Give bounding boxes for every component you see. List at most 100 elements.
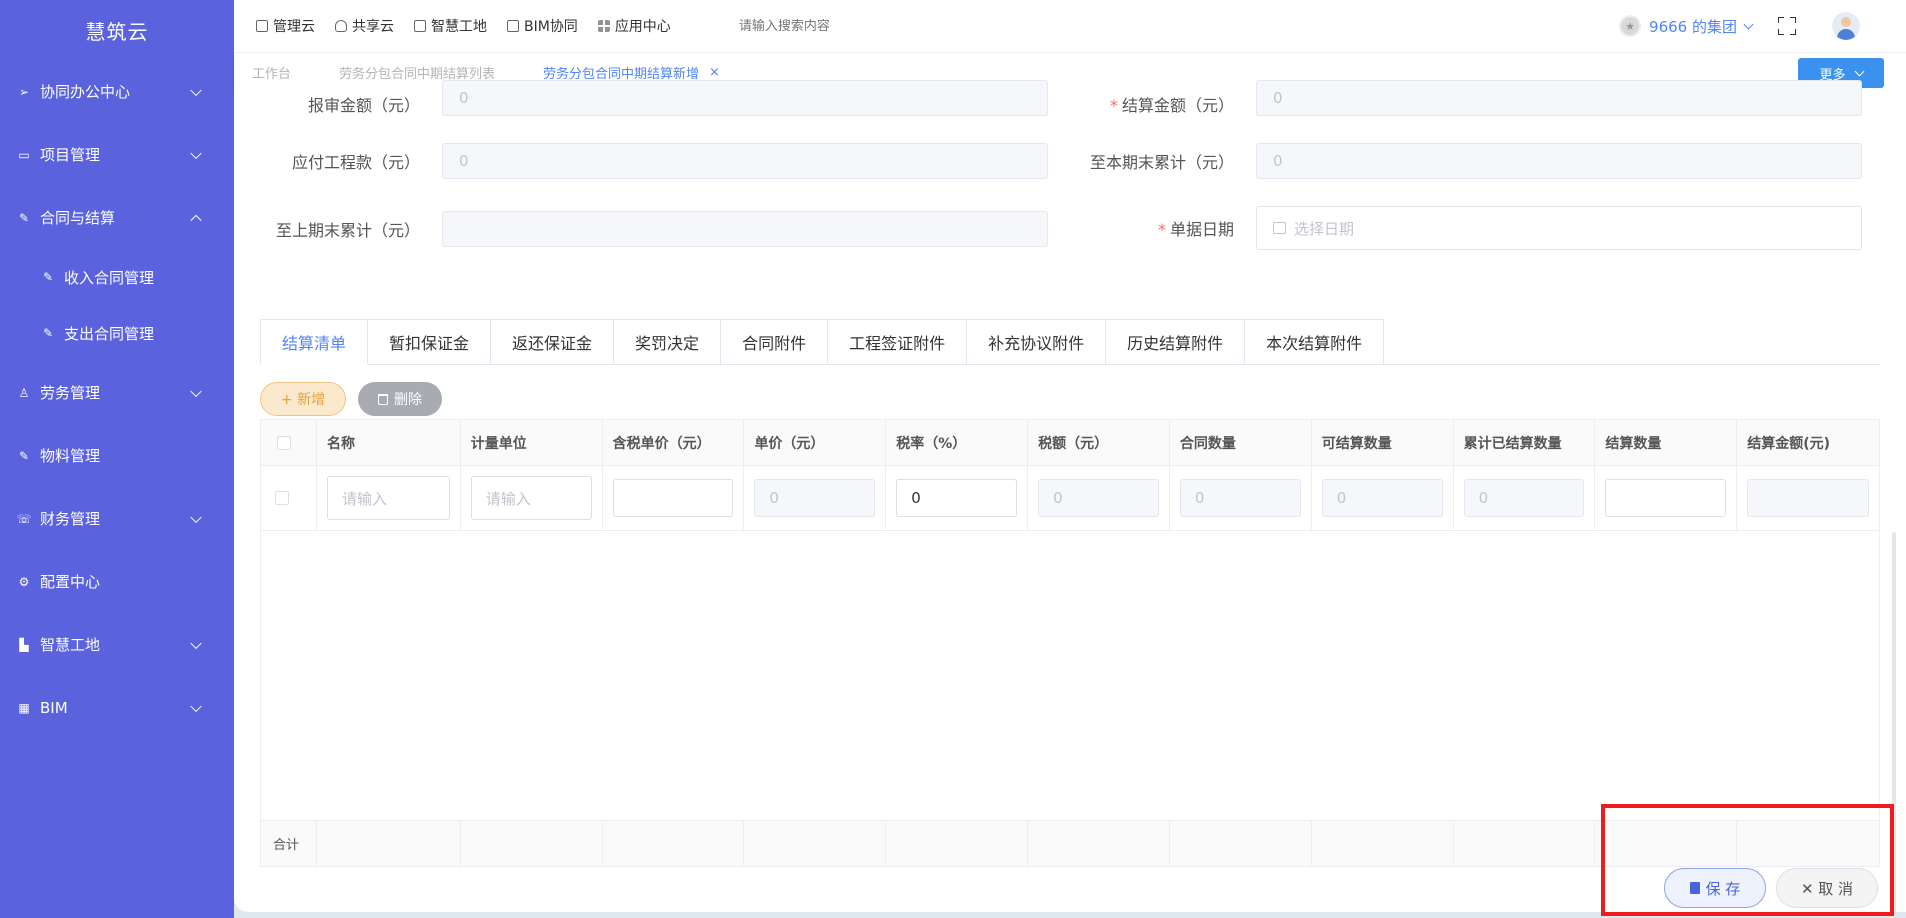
row-checkbox-cell (261, 466, 317, 531)
footer-cell (602, 820, 745, 866)
avatar[interactable] (1832, 12, 1860, 40)
sidebar-item-material[interactable]: ✎ 物料管理 (0, 424, 234, 487)
phone-icon: ☏ (16, 511, 32, 526)
doc-date-label: * 单据日期 (1048, 216, 1256, 240)
form-row-report-amount: 报审金额（元） 0 (234, 80, 1048, 116)
tab-withheld-deposit[interactable]: 暂扣保证金 (368, 319, 492, 365)
gear-icon: ⚙ (18, 574, 30, 589)
tax-rate-input[interactable]: 0 (896, 479, 1018, 517)
edit-icon: ✎ (42, 326, 54, 340)
chevron-down-icon (190, 637, 202, 649)
tab-returned-deposit[interactable]: 返还保证金 (491, 319, 615, 365)
required-mark: * (1157, 220, 1166, 239)
tab-contract-attachment[interactable]: 合同附件 (721, 319, 829, 365)
cum-current-label: 至本期末累计（元） (1089, 153, 1234, 172)
footer-cell (744, 820, 887, 866)
search-input[interactable] (738, 18, 959, 34)
payable-field[interactable]: 0 (442, 143, 1048, 179)
tab-current-attachment[interactable]: 本次结算附件 (1245, 319, 1385, 365)
footer-cell (1595, 820, 1738, 866)
sidebar-item-contract[interactable]: ✎ 合同与结算 (0, 186, 234, 249)
payable-label: 应付工程款（元） (291, 153, 420, 172)
group-selector[interactable]: 9666 的集团 (1649, 16, 1754, 37)
doc-date-picker[interactable]: 选择日期 (1256, 206, 1862, 250)
sidebar: 慧筑云 ➢ 协同办公中心 ▭ 项目管理 ✎ 合同与结算 ✎ 收入合同管理 ✎ 支… (0, 0, 234, 918)
sidebar-item-label: 智慧工地 (40, 636, 101, 654)
unit-input[interactable]: 请输入 (470, 476, 592, 520)
chevron-down-icon (190, 511, 202, 523)
trash-icon (378, 393, 388, 405)
save-doc-icon (1689, 882, 1700, 894)
sidebar-item-label: 合同与结算 (40, 209, 116, 227)
bar-chart-icon: ▙ (19, 637, 29, 652)
top-link-app-center[interactable]: 应用中心 (597, 16, 671, 36)
doc-date-label-text: 单据日期 (1169, 220, 1234, 239)
delete-button[interactable]: 删除 (358, 382, 442, 416)
save-button[interactable]: 保 存 (1664, 868, 1766, 908)
top-link-bim[interactable]: BIM协同 (507, 16, 578, 36)
row-checkbox[interactable] (275, 491, 289, 505)
doc-icon (414, 20, 426, 32)
sidebar-item-collaboration[interactable]: ➢ 协同办公中心 (0, 60, 234, 123)
price-cell: 0 (744, 466, 887, 531)
tax-rate-cell: 0 (886, 466, 1029, 531)
sidebar-item-smart-site[interactable]: ▙ 智慧工地 (0, 613, 234, 676)
tax-price-input[interactable] (612, 479, 734, 517)
top-link-label: 智慧工地 (431, 19, 487, 35)
add-button[interactable]: + 新增 (260, 382, 346, 416)
sidebar-item-project[interactable]: ▭ 项目管理 (0, 123, 234, 186)
sidebar-subitem-label: 收入合同管理 (64, 268, 155, 287)
column-header: 结算金额(元) (1737, 420, 1880, 466)
top-link-label: 管理云 (273, 19, 315, 35)
table-row: 请输入 请输入 0 0 0 0 0 0 (261, 466, 1880, 531)
settle-qty-input[interactable] (1605, 479, 1727, 517)
header-checkbox-cell (261, 420, 317, 466)
form-row-payable: 应付工程款（元） 0 (234, 143, 1048, 179)
doc-date-placeholder: 选择日期 (1294, 219, 1355, 238)
column-header: 税额（元） (1028, 420, 1170, 466)
sidebar-item-config[interactable]: ⚙ 配置中心 (0, 550, 234, 613)
close-icon[interactable]: × (709, 65, 720, 80)
tab-history-attachment[interactable]: 历史结算附件 (1106, 319, 1246, 365)
top-link-management[interactable]: 管理云 (256, 16, 315, 36)
delete-label: 删除 (394, 392, 422, 408)
sidebar-item-finance[interactable]: ☏ 财务管理 (0, 487, 234, 550)
top-link-smart-site[interactable]: 智慧工地 (414, 16, 487, 36)
select-all-checkbox[interactable] (277, 435, 291, 450)
sidebar-item-labor[interactable]: ♙ 劳务管理 (0, 361, 234, 424)
chevron-down-icon (190, 147, 202, 159)
cum-previous-label: 至上期末累计（元） (275, 221, 420, 240)
tab-visa-attachment[interactable]: 工程签证附件 (828, 319, 968, 365)
sidebar-item-label: 财务管理 (40, 510, 101, 528)
name-input[interactable]: 请输入 (326, 476, 450, 520)
form-row-doc-date: * 单据日期 选择日期 (1048, 206, 1862, 250)
settle-amount-field[interactable]: 0 (1256, 80, 1862, 116)
detail-tabs: 结算清单 暂扣保证金 返还保证金 奖罚决定 合同附件 工程签证附件 补充协议附件… (260, 319, 1880, 365)
report-amount-field[interactable]: 0 (442, 80, 1048, 116)
settle-amount-label: * 结算金额（元） (1048, 92, 1256, 116)
sidebar-item-label: 配置中心 (40, 573, 101, 591)
footer-cell (1311, 820, 1454, 866)
chevron-down-icon (1743, 19, 1754, 29)
price-field: 0 (754, 479, 876, 517)
required-mark: * (1109, 96, 1118, 115)
page-tab-workbench[interactable]: 工作台 (252, 63, 291, 82)
fullscreen-icon[interactable] (1778, 17, 1796, 35)
cum-current-field[interactable]: 0 (1256, 143, 1862, 179)
tab-reward-penalty[interactable]: 奖罚决定 (614, 319, 722, 365)
form-row-settle-amount: * 结算金额（元） 0 (1048, 80, 1862, 116)
footer-cell (460, 820, 603, 866)
top-link-label: 共享云 (352, 19, 394, 35)
sidebar-subitem-income-contract[interactable]: ✎ 收入合同管理 (0, 249, 234, 305)
top-link-share[interactable]: 共享云 (335, 16, 394, 36)
cloud-icon (335, 20, 347, 32)
form-row-cum-current: 至本期末累计（元） 0 (1048, 143, 1862, 179)
tab-supplement-attachment[interactable]: 补充协议附件 (967, 319, 1107, 365)
tab-settlement-list[interactable]: 结算清单 (260, 319, 369, 365)
cum-previous-field[interactable] (442, 211, 1048, 247)
user-icon: ♙ (18, 385, 30, 400)
cancel-button[interactable]: ✕ 取 消 (1776, 868, 1878, 908)
sidebar-subitem-expense-contract[interactable]: ✎ 支出合同管理 (0, 305, 234, 361)
sidebar-item-bim[interactable]: ▦ BIM (0, 676, 234, 739)
scrollbar[interactable] (1892, 532, 1896, 918)
